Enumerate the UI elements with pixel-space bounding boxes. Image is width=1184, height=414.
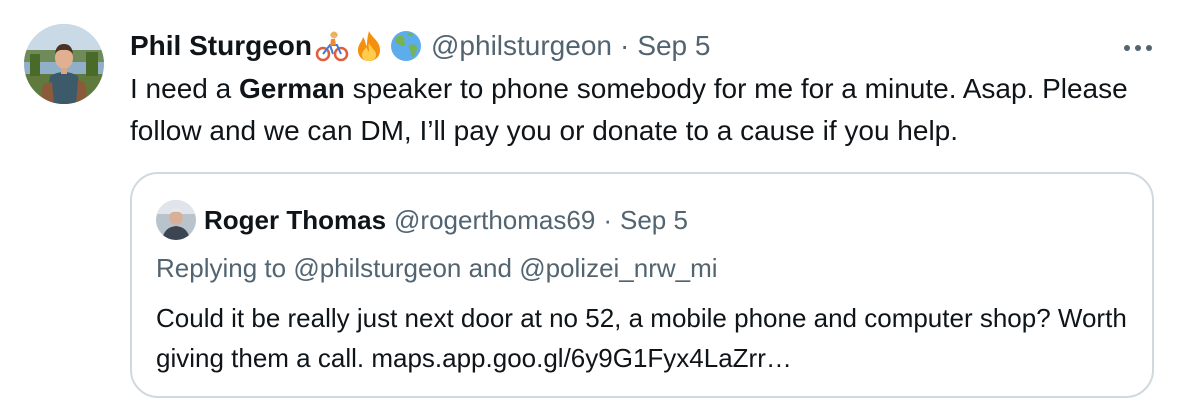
quoted-date[interactable]: Sep 5 xyxy=(620,205,688,236)
tweet[interactable]: Phil Sturgeon @philsturgeon · Sep 5 I ne… xyxy=(0,0,1184,414)
quoted-tweet-text: Could it be really just next door at no … xyxy=(156,298,1136,378)
tweet-header: Phil Sturgeon @philsturgeon · Sep 5 xyxy=(130,26,710,66)
tweet-date[interactable]: Sep 5 xyxy=(637,30,710,62)
separator-dot: · xyxy=(619,30,630,61)
reply-mention-polizei[interactable]: @polizei_nrw_mi xyxy=(519,253,717,283)
tweet-text-bold: German xyxy=(238,73,345,104)
more-options-button[interactable] xyxy=(1120,30,1156,66)
tweet-text: I need a German speaker to phone somebod… xyxy=(130,68,1160,152)
replying-to-and: and xyxy=(461,253,520,283)
more-dots-icon xyxy=(1124,45,1152,51)
quoted-tweet[interactable]: Roger Thomas @rogerthomas69 · Sep 5 Repl… xyxy=(130,172,1154,398)
avatar-photo xyxy=(24,24,104,104)
quoted-avatar-photo xyxy=(156,200,196,240)
replying-to: Replying to @philsturgeon and @polizei_n… xyxy=(156,250,718,286)
tweet-text-part1: I need a xyxy=(130,73,239,104)
globe-icon xyxy=(389,29,423,63)
quoted-tweet-header: Roger Thomas @rogerthomas69 · Sep 5 xyxy=(156,200,688,240)
quoted-text-link[interactable]: maps.app.goo.gl/6y9G1Fyx4LaZrr… xyxy=(371,343,792,373)
display-name[interactable]: Phil Sturgeon xyxy=(130,30,312,62)
fire-icon xyxy=(352,29,386,63)
author-handle[interactable]: @philsturgeon xyxy=(431,30,612,62)
quoted-avatar[interactable] xyxy=(156,200,196,240)
avatar[interactable] xyxy=(24,24,104,104)
replying-to-prefix: Replying to xyxy=(156,253,294,283)
quoted-separator-dot: · xyxy=(603,204,612,235)
quoted-handle[interactable]: @rogerthomas69 xyxy=(394,205,595,236)
quoted-display-name[interactable]: Roger Thomas xyxy=(204,205,386,236)
bicycle-rider-icon xyxy=(315,29,349,63)
reply-mention-philsturgeon[interactable]: @philsturgeon xyxy=(293,253,461,283)
